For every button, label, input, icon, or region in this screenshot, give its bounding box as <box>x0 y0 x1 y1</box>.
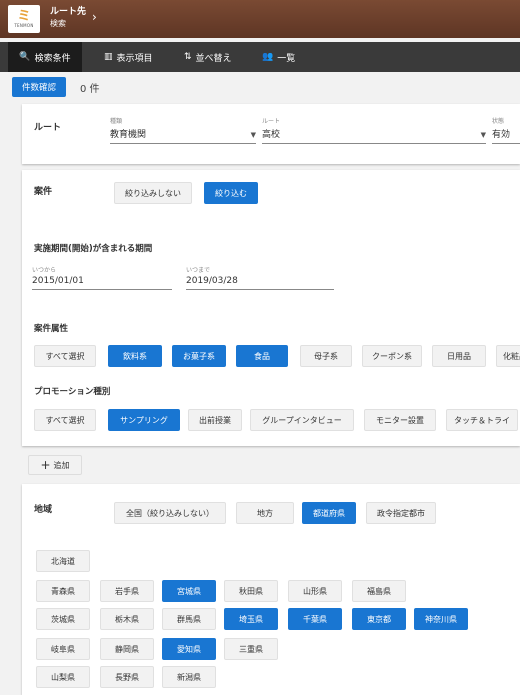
logo-brand: TENMON <box>14 23 34 28</box>
attr-chip[interactable]: 日用品 <box>432 345 486 367</box>
result-count: 0 件 <box>80 83 100 95</box>
attr-chip[interactable]: 母子系 <box>300 345 352 367</box>
pref-chip[interactable]: 愛知県 <box>162 638 216 660</box>
logo-glyph: ミ <box>17 9 31 24</box>
tab-label: 検索条件 <box>34 53 71 64</box>
region-mode-chip[interactable]: 全国（絞り込みしない） <box>114 502 226 524</box>
attr-chip[interactable]: 飲料系 <box>108 345 162 367</box>
field-value: 2019/03/28 <box>186 276 334 290</box>
attr-title: 案件属性 <box>34 324 69 334</box>
add-button[interactable]: + 追加 <box>28 455 82 475</box>
pref-chip[interactable]: 東京都 <box>352 608 406 630</box>
pref-chip[interactable]: 岩手県 <box>100 580 154 602</box>
pref-chip[interactable]: 青森県 <box>36 580 90 602</box>
add-label: 追加 <box>53 460 70 470</box>
pref-chip[interactable]: 埼玉県 <box>224 608 278 630</box>
tab-bar: 🔍 検索条件 ▥ 表示項目 ⇅ 並べ替え 👥 一覧 <box>0 42 520 72</box>
search-icon: 🔍 <box>19 52 31 62</box>
case-card: 案件 絞り込みしない 絞り込む 実施期間(開始)が含まれる期間 いつから 201… <box>22 170 520 446</box>
pref-chip[interactable]: 福島県 <box>352 580 406 602</box>
pref-chip[interactable]: 岐阜県 <box>36 638 90 660</box>
promo-chip[interactable]: すべて選択 <box>34 409 96 431</box>
dropdown-arrow-icon: ▼ <box>250 131 256 139</box>
tab-display-items[interactable]: ▥ 表示項目 <box>104 42 153 72</box>
attr-chip[interactable]: 化粧品 <box>496 345 520 367</box>
pref-chip[interactable]: 神奈川県 <box>414 608 468 630</box>
region-mode-chip[interactable]: 政令指定都市 <box>366 502 436 524</box>
promo-chip[interactable]: 出前授業 <box>188 409 242 431</box>
promo-chip[interactable]: タッチ＆トライ <box>446 409 518 431</box>
pref-chip[interactable]: 宮城県 <box>162 580 216 602</box>
columns-icon: ▥ <box>104 52 113 62</box>
region-card: 地域 全国（絞り込みしない） 地方 都道府県 政令指定都市 北海道 青森県 岩手… <box>22 484 520 695</box>
pref-chip[interactable]: 新潟県 <box>162 666 216 688</box>
check-count-button[interactable]: 件数確認 <box>12 77 66 97</box>
field-value: 2015/01/01 <box>32 276 172 290</box>
tab-sort[interactable]: ⇅ 並べ替え <box>184 42 232 72</box>
date-from-field[interactable]: いつから 2015/01/01 <box>32 265 172 290</box>
field-label: いつまで <box>186 267 211 274</box>
pref-chip[interactable]: 群馬県 <box>162 608 216 630</box>
attr-chip[interactable]: お菓子系 <box>172 345 226 367</box>
chevron-right-icon[interactable]: › <box>92 10 97 24</box>
route-card: ルート 種類 教育機関 ▼ ルート 高校 ▼ 状態 有効 <box>22 104 520 164</box>
dropdown-arrow-icon: ▼ <box>480 131 486 139</box>
pref-chip[interactable]: 秋田県 <box>224 580 278 602</box>
tab-label: 一覧 <box>277 53 296 64</box>
route-title: ルート <box>34 123 62 133</box>
pref-chip[interactable]: 山形県 <box>288 580 342 602</box>
tab-search-conditions[interactable]: 🔍 検索条件 <box>8 42 82 72</box>
pref-chip[interactable]: 茨城県 <box>36 608 90 630</box>
app-header: ミ TENMON ルート先 検索 › <box>0 0 520 38</box>
app-logo[interactable]: ミ TENMON <box>8 5 40 33</box>
attr-chip[interactable]: クーポン系 <box>362 345 422 367</box>
pref-chip[interactable]: 長野県 <box>100 666 154 688</box>
pref-chip[interactable]: 静岡県 <box>100 638 154 660</box>
plus-icon: + <box>40 458 51 472</box>
route-select[interactable]: ルート 高校 ▼ <box>262 116 486 144</box>
field-value: 教育機関 <box>110 127 256 144</box>
case-title: 案件 <box>34 187 53 197</box>
sort-icon: ⇅ <box>184 52 192 62</box>
pref-chip[interactable]: 栃木県 <box>100 608 154 630</box>
tab-label: 表示項目 <box>116 53 153 64</box>
tab-label: 並べ替え <box>195 53 232 64</box>
field-value: 有効 <box>492 127 520 144</box>
date-to-field[interactable]: いつまで 2019/03/28 <box>186 265 334 290</box>
attr-chip[interactable]: 食品 <box>236 345 288 367</box>
period-title: 実施期間(開始)が含まれる期間 <box>34 244 153 254</box>
people-icon: 👥 <box>262 52 274 62</box>
attr-chip[interactable]: すべて選択 <box>34 345 96 367</box>
tab-list[interactable]: 👥 一覧 <box>262 42 295 72</box>
pref-chip[interactable]: 山梨県 <box>36 666 90 688</box>
breadcrumb-current: 検索 <box>50 19 66 28</box>
promo-chip[interactable]: モニター設置 <box>364 409 436 431</box>
field-value: 高校 <box>262 127 486 144</box>
region-mode-chip[interactable]: 都道府県 <box>302 502 356 524</box>
promo-chip[interactable]: サンプリング <box>108 409 180 431</box>
region-mode-chip[interactable]: 地方 <box>236 502 294 524</box>
promo-chip[interactable]: グループインタビュー <box>250 409 354 431</box>
field-label: 種類 <box>110 118 123 125</box>
field-label: 状態 <box>492 118 505 125</box>
pref-chip[interactable]: 北海道 <box>36 550 90 572</box>
case-filter-off-button[interactable]: 絞り込みしない <box>114 182 192 204</box>
breadcrumb: ルート先 検索 <box>50 6 86 30</box>
status-select[interactable]: 状態 有効 <box>492 116 520 144</box>
breadcrumb-parent[interactable]: ルート先 <box>50 6 86 18</box>
pref-chip[interactable]: 三重県 <box>224 638 278 660</box>
field-label: いつから <box>32 267 57 274</box>
region-title: 地域 <box>34 505 53 515</box>
pref-chip[interactable]: 千葉県 <box>288 608 342 630</box>
count-row: 件数確認 0 件 <box>12 77 100 97</box>
field-label: ルート <box>262 118 281 125</box>
promo-title: プロモーション種別 <box>34 387 111 397</box>
route-type-select[interactable]: 種類 教育機関 ▼ <box>110 116 256 144</box>
case-filter-on-button[interactable]: 絞り込む <box>204 182 258 204</box>
